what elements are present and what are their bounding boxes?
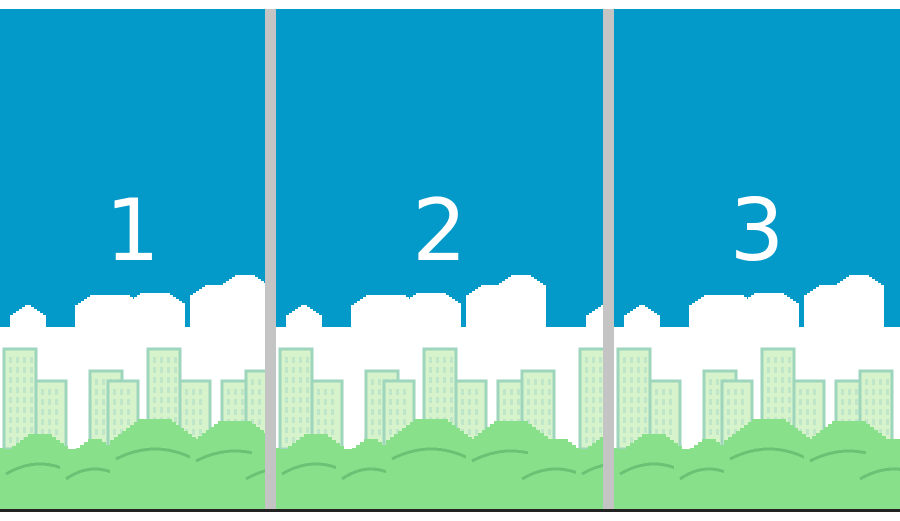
background-panel-2: 2: [276, 9, 603, 510]
ground-edge: [0, 509, 900, 512]
background-panel-3: 3: [614, 9, 900, 510]
game-backgrounds-strip: 1 2 3: [0, 0, 900, 521]
panel-divider: [265, 9, 276, 512]
scenery: [276, 9, 603, 510]
background-panel-1: 1: [0, 9, 265, 510]
scenery: [614, 9, 900, 510]
scenery: [0, 9, 265, 510]
panel-divider: [603, 9, 614, 512]
